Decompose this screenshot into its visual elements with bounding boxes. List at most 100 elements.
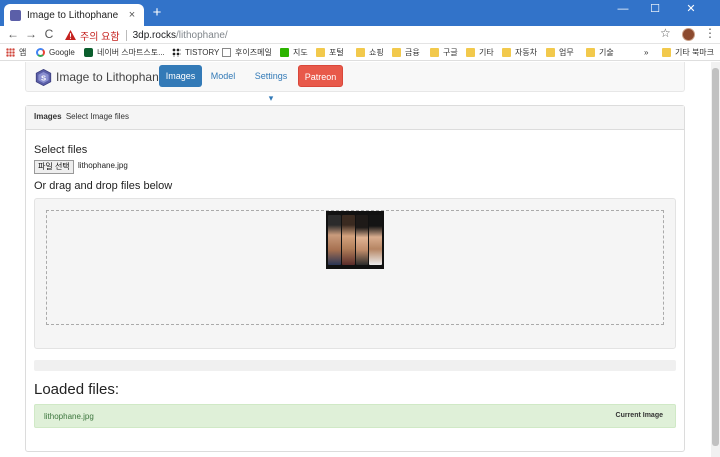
bookmark-label: 기타 (479, 48, 494, 57)
select-files-heading: Select files (34, 144, 88, 156)
minimize-button[interactable]: — (610, 0, 636, 20)
scrollbar-thumb[interactable] (712, 68, 719, 446)
bookmark-folder-portal[interactable]: 포털 (316, 46, 344, 59)
bookmark-label: 구글 (443, 48, 458, 57)
page-icon (222, 48, 231, 57)
file-drop-zone[interactable] (46, 210, 664, 325)
page-viewport: S Image to Lithophane Images Model Setti… (0, 62, 711, 457)
folder-icon (466, 48, 475, 57)
folder-icon (546, 48, 555, 57)
warning-icon (65, 30, 76, 40)
bookmark-folder-shopping[interactable]: 쇼핑 (356, 46, 384, 59)
address-divider (125, 29, 127, 41)
panel-heading-title: Images (34, 112, 62, 121)
back-button[interactable]: ← (6, 27, 20, 41)
bookmark-smartstore[interactable]: 네이버 스마트스토... (84, 46, 165, 59)
face-photo (369, 215, 382, 265)
address-bar[interactable]: 주의 요함 3dp.rocks /lithophane/ (62, 27, 656, 43)
bookmark-folder-etc[interactable]: 기타 (466, 46, 494, 59)
apps-grid-icon (6, 48, 15, 57)
folder-icon (662, 48, 671, 57)
selected-file-name: lithophane.jpg (78, 161, 128, 170)
bookmark-label: 포털 (329, 48, 344, 57)
folder-icon (392, 48, 401, 57)
profile-avatar[interactable] (682, 28, 695, 41)
bookmark-label: 업무 (559, 48, 574, 57)
bookmark-apps[interactable]: 앱 (6, 46, 26, 59)
svg-text:S: S (41, 73, 46, 82)
bookmark-label: 후이즈메일 (235, 48, 272, 57)
face-photo (341, 215, 355, 265)
reload-button[interactable]: C (42, 27, 56, 41)
site-favicon-icon (10, 9, 21, 21)
page-scrollbar[interactable] (711, 62, 720, 457)
google-icon (36, 48, 45, 57)
bookmark-label: 기술 (599, 48, 614, 57)
tab-title: Image to Lithophane (27, 9, 119, 21)
folder-icon (430, 48, 439, 57)
bookmark-label: 자동차 (515, 48, 538, 57)
loaded-files-heading: Loaded files: (34, 381, 120, 398)
tistory-icon (172, 48, 181, 57)
bookmark-folder-google[interactable]: 구글 (430, 46, 458, 59)
nav-tab-images[interactable]: Images (159, 65, 202, 87)
naver-map-icon (280, 48, 289, 57)
bookmark-label: 금융 (405, 48, 420, 57)
bookmark-folder-finance[interactable]: 금융 (392, 46, 420, 59)
bookmark-label: Google (49, 48, 75, 57)
other-bookmarks[interactable]: 기타 북마크 (662, 46, 714, 59)
folder-icon (356, 48, 365, 57)
forward-button[interactable]: → (24, 27, 38, 41)
browser-tab-bar: Image to Lithophane × + — ☐ ✕ (0, 0, 720, 26)
drop-well (34, 198, 676, 349)
bookmark-google[interactable]: Google (36, 46, 75, 59)
bookmark-label: 지도 (293, 48, 308, 57)
panel-heading: Images Select Image files (26, 106, 684, 130)
security-warning-label[interactable]: 주의 요함 (80, 28, 120, 43)
url-path: /lithophane/ (175, 29, 228, 41)
patreon-button[interactable]: Patreon (298, 65, 343, 87)
new-tab-button[interactable]: + (149, 5, 165, 21)
loaded-file-row[interactable]: lithophane.jpg Current Image (34, 404, 676, 428)
file-choose-button[interactable]: 파일 선택 (34, 160, 74, 174)
face-photo (355, 215, 369, 265)
browser-menu-icon[interactable]: ⋮ (704, 26, 716, 40)
bookmark-label: 네이버 스마트스토... (97, 48, 165, 57)
bookmark-tistory[interactable]: TISTORY (172, 46, 219, 59)
browser-toolbar: ← → C 주의 요함 3dp.rocks /lithophane/ ☆ ⋮ (0, 26, 720, 44)
bookmarks-bar: 앱 Google 네이버 스마트스토... TISTORY 후이즈메일 지도 포… (0, 44, 720, 61)
bookmark-label: 앱 (19, 48, 27, 57)
smartstore-icon (84, 48, 93, 57)
bookmark-whoismail[interactable]: 후이즈메일 (222, 46, 272, 59)
bookmark-label: 쇼핑 (369, 48, 384, 57)
url-host: 3dp.rocks (132, 29, 176, 41)
site-brand[interactable]: S Image to Lithophane (35, 66, 165, 88)
maximize-button[interactable]: ☐ (642, 0, 668, 20)
bookmarks-overflow-button[interactable]: » (644, 46, 648, 59)
panel-heading-subtitle: Select Image files (65, 112, 129, 121)
bookmark-folder-tech[interactable]: 기술 (586, 46, 614, 59)
folder-icon (502, 48, 511, 57)
browser-tab[interactable]: Image to Lithophane × (4, 4, 144, 26)
bookmark-star-icon[interactable]: ☆ (660, 26, 671, 40)
nav-settings-dropdown[interactable]: Settings ▾ (252, 65, 290, 103)
bookmark-map[interactable]: 지도 (280, 46, 308, 59)
bookmark-folder-car[interactable]: 자동차 (502, 46, 537, 59)
lithophane-logo-icon: S (35, 68, 52, 86)
nav-tab-model[interactable]: Model (210, 65, 236, 87)
images-panel: Images Select Image files Select files 파… (25, 105, 685, 452)
loaded-file-name: lithophane.jpg (44, 412, 94, 421)
window-close-button[interactable]: ✕ (678, 0, 704, 20)
bookmark-label: 기타 북마크 (675, 48, 715, 57)
site-brand-text: Image to Lithophane (56, 70, 166, 84)
image-thumbnail[interactable] (326, 211, 384, 269)
folder-icon (586, 48, 595, 57)
face-photo (328, 215, 341, 265)
current-image-badge: Current Image (615, 412, 663, 419)
bookmark-folder-work[interactable]: 업무 (546, 46, 574, 59)
drag-drop-heading: Or drag and drop files below (34, 180, 173, 192)
folder-icon (316, 48, 325, 57)
tab-close-icon[interactable]: × (126, 9, 138, 21)
bookmark-label: TISTORY (185, 48, 220, 57)
upload-progress-bar (34, 360, 676, 371)
